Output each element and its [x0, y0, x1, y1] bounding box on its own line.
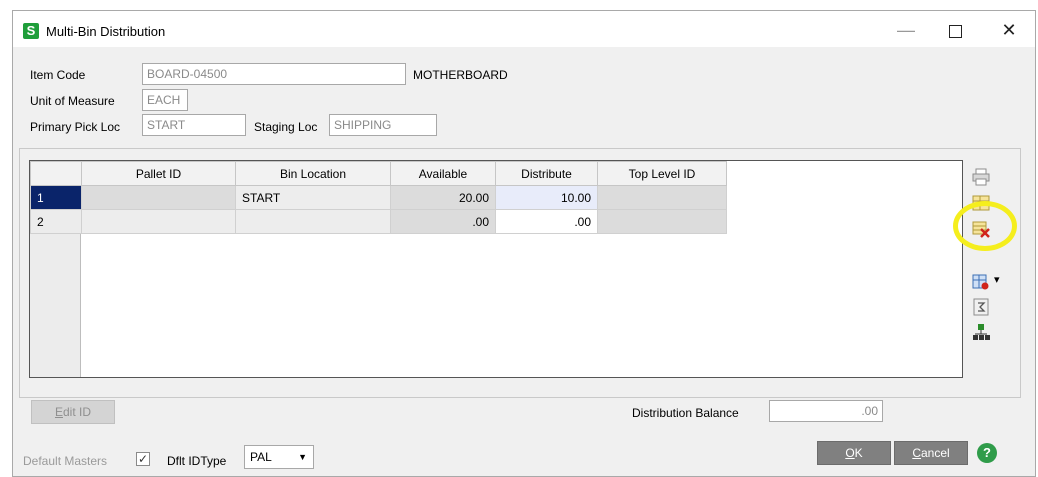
- distribute-cell[interactable]: 10.00: [495, 185, 598, 210]
- pallet-id-cell[interactable]: [81, 185, 236, 210]
- row-number[interactable]: 1: [30, 185, 82, 210]
- ok-label-rest: K: [854, 446, 863, 460]
- bin-location-cell[interactable]: [235, 209, 391, 234]
- distribution-grid[interactable]: Pallet ID Bin Location Available Distrib…: [29, 160, 963, 378]
- ok-button[interactable]: OK: [817, 441, 891, 465]
- column-header-distribute[interactable]: Distribute: [495, 161, 598, 186]
- help-icon[interactable]: ?: [977, 443, 997, 463]
- title-bar: S Multi-Bin Distribution — ✕: [13, 11, 1035, 47]
- print-icon[interactable]: [970, 166, 992, 188]
- default-masters-checkbox[interactable]: ✓: [136, 452, 150, 466]
- maximize-icon: [948, 24, 962, 38]
- item-code-field[interactable]: BOARD-04500: [142, 63, 406, 85]
- default-masters-label: Default Masters: [23, 454, 108, 468]
- column-header-available[interactable]: Available: [390, 161, 496, 186]
- column-header-bin-location[interactable]: Bin Location: [235, 161, 391, 186]
- available-cell: .00: [390, 209, 496, 234]
- pallet-id-cell[interactable]: [81, 209, 236, 234]
- edit-id-button[interactable]: Edit ID: [31, 400, 115, 424]
- edit-id-label: dit ID: [63, 405, 92, 419]
- available-cell: 20.00: [390, 185, 496, 210]
- sage-app-icon: S: [23, 23, 39, 39]
- maximize-button[interactable]: [935, 17, 975, 43]
- sum-icon[interactable]: [970, 296, 992, 318]
- table-row[interactable]: 1 START 20.00 10.00: [30, 185, 727, 210]
- top-level-id-cell[interactable]: [597, 209, 727, 234]
- yellow-highlight-annotation: [953, 201, 1017, 251]
- distribution-balance-label: Distribution Balance: [632, 406, 739, 420]
- chevron-down-icon: ▼: [298, 452, 307, 462]
- ok-mnemonic: O: [845, 446, 855, 460]
- row-number-header: [30, 161, 82, 186]
- close-button[interactable]: ✕: [989, 17, 1029, 43]
- minimize-button[interactable]: —: [886, 17, 926, 43]
- staging-loc-field[interactable]: SHIPPING: [329, 114, 437, 136]
- dflt-id-type-value: PAL: [250, 450, 272, 464]
- edit-id-mnemonic: E: [54, 405, 63, 419]
- dflt-id-type-label: Dflt IDType: [167, 454, 227, 468]
- staging-loc-label: Staging Loc: [254, 120, 318, 134]
- unit-of-measure-label: Unit of Measure: [30, 94, 115, 108]
- column-header-pallet-id[interactable]: Pallet ID: [81, 161, 236, 186]
- unit-of-measure-field[interactable]: EACH: [142, 89, 188, 111]
- table-row[interactable]: 2 .00 .00: [30, 209, 727, 234]
- customize-dropdown-arrow[interactable]: ▾: [994, 273, 1000, 286]
- window-title: Multi-Bin Distribution: [46, 24, 166, 39]
- multi-bin-distribution-window: S Multi-Bin Distribution — ✕ Item Code B…: [12, 10, 1036, 477]
- distribute-cell[interactable]: .00: [495, 209, 598, 234]
- dflt-id-type-select[interactable]: PAL ▼: [244, 445, 314, 469]
- primary-pick-loc-field[interactable]: START: [142, 114, 246, 136]
- distribution-balance-field: .00: [769, 400, 883, 422]
- customize-grid-icon[interactable]: [970, 271, 992, 293]
- distribution-table: Pallet ID Bin Location Available Distrib…: [30, 161, 727, 234]
- cancel-mnemonic: C: [912, 446, 921, 460]
- primary-pick-loc-label: Primary Pick Loc: [30, 120, 121, 134]
- top-level-id-cell[interactable]: [597, 185, 727, 210]
- cancel-label-rest: ancel: [920, 446, 950, 460]
- item-code-label: Item Code: [30, 68, 86, 82]
- cancel-button[interactable]: Cancel: [894, 441, 968, 465]
- hierarchy-icon[interactable]: [970, 321, 992, 343]
- row-number[interactable]: 2: [30, 209, 82, 234]
- column-header-top-level-id[interactable]: Top Level ID: [597, 161, 727, 186]
- table-header-row: Pallet ID Bin Location Available Distrib…: [30, 161, 727, 186]
- item-description: MOTHERBOARD: [413, 68, 508, 82]
- bin-location-cell[interactable]: START: [235, 185, 391, 210]
